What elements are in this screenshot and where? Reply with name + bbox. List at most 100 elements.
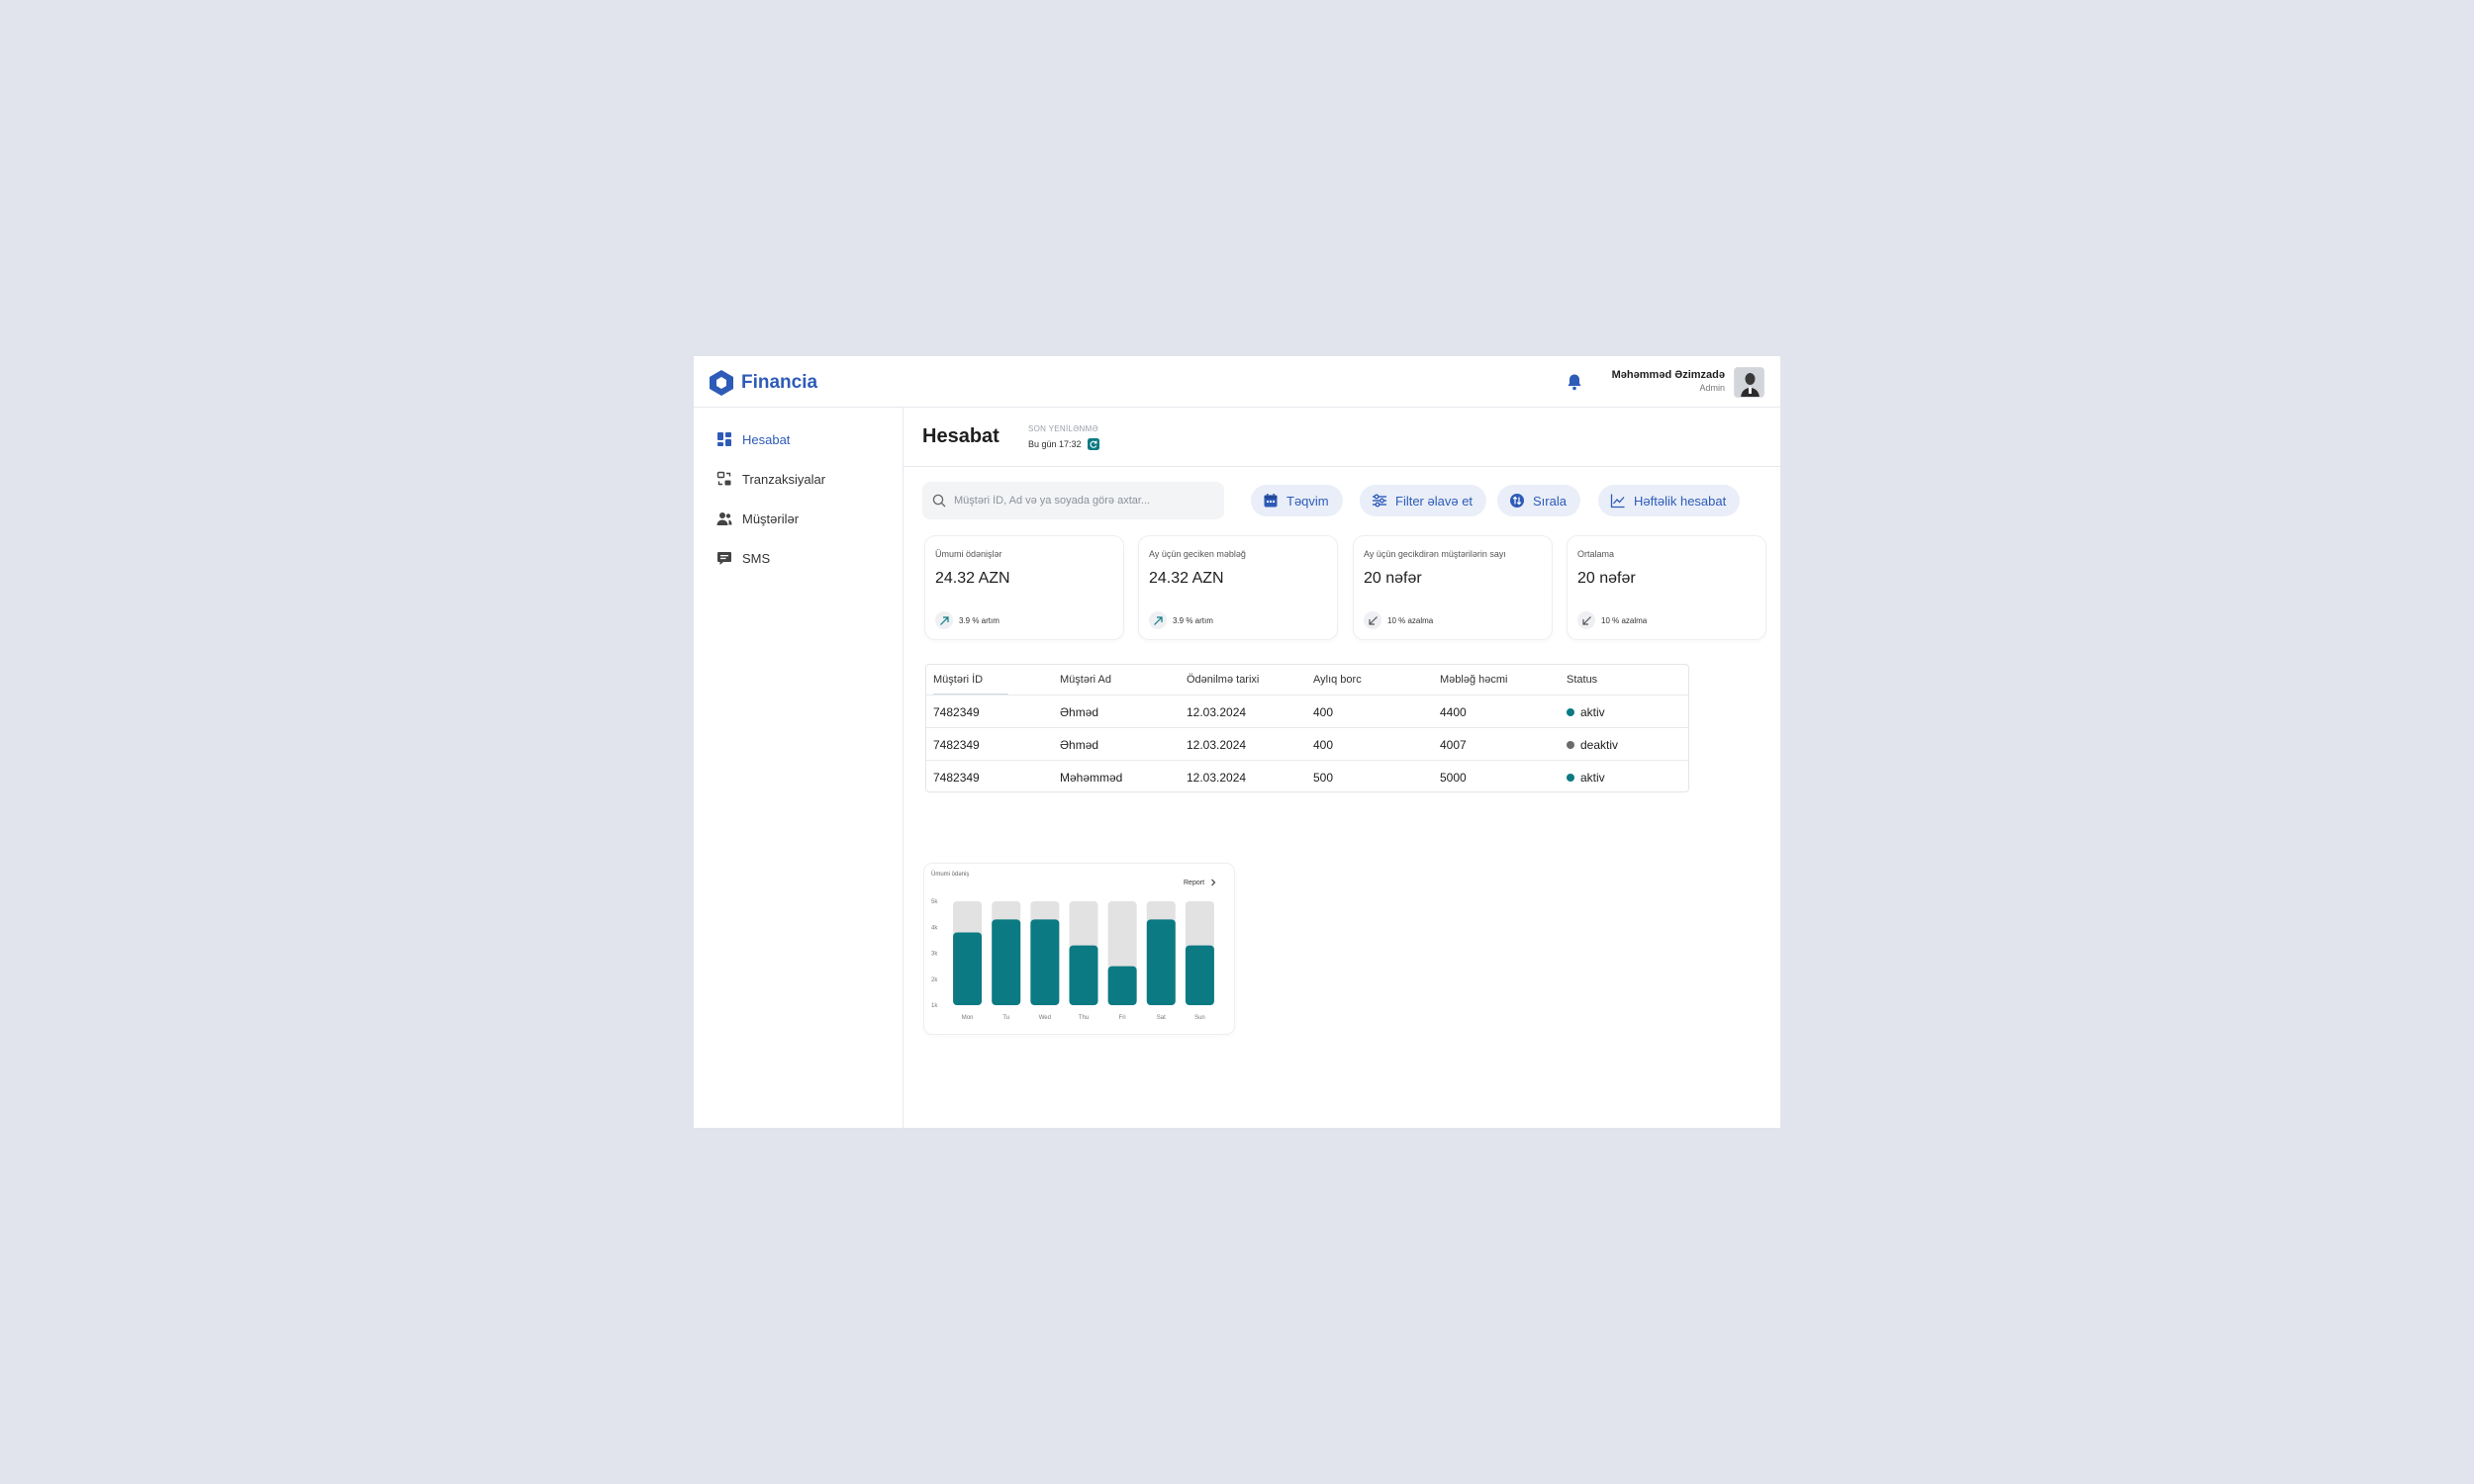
cell-status: aktiv [1567, 771, 1605, 785]
trend-text: 3.9 % artım [959, 615, 999, 625]
status-text: deaktiv [1580, 738, 1619, 752]
user-info[interactable]: Məhəmməd Əzimzadə Admin [1612, 369, 1725, 393]
page-header: Hesabat SON YENİLƏNMƏ Bu gün 17:32 [904, 408, 1780, 467]
chart-title: Ümumi ödəniş [931, 872, 970, 878]
y-tick-label: 2k [931, 977, 938, 983]
bar[interactable] [953, 932, 983, 1006]
refresh-icon[interactable] [1087, 438, 1099, 450]
cell-customer-name: Əhməd [1060, 705, 1099, 719]
trend-down-icon [1364, 611, 1381, 629]
kpi-card-average: Ortalama 20 nəfər 10 % azalma [1568, 536, 1765, 639]
search-box[interactable] [922, 482, 1224, 519]
bell-icon[interactable] [1567, 373, 1582, 391]
brand-name: Financia [741, 372, 818, 393]
x-tick-label: Sun [1194, 1015, 1205, 1021]
calendar-button[interactable]: Təqvim [1251, 485, 1343, 516]
x-tick-label: Thu [1079, 1015, 1089, 1021]
column-header[interactable]: Ödənilmə tarixi [1187, 674, 1259, 686]
y-tick-label: 1k [931, 1003, 938, 1009]
add-filter-button[interactable]: Filter əlavə et [1360, 485, 1487, 516]
bar[interactable] [1107, 966, 1137, 1005]
column-header[interactable]: Müştəri Ad [1060, 674, 1111, 686]
column-header[interactable]: Müştəri İD [933, 674, 983, 686]
bar[interactable] [992, 919, 1021, 1005]
column-header[interactable]: Status [1567, 674, 1597, 686]
cell-status: deaktiv [1567, 738, 1618, 752]
y-tick-label: 4k [931, 925, 938, 931]
cell-customer-name: Məhəmməd [1060, 771, 1123, 785]
card-value: 24.32 AZN [1149, 570, 1224, 587]
cell-amount: 4007 [1440, 738, 1467, 752]
report-button[interactable]: Report [1184, 879, 1217, 886]
sidebar-item-label: Tranzaksiyalar [742, 471, 826, 487]
transactions-icon [716, 471, 731, 486]
kpi-card-total-payments: Ümumi ödənişlər 24.32 AZN 3.9 % artım [925, 536, 1123, 639]
dashboard-grid-icon [717, 432, 731, 446]
sidebar-item-hesabat[interactable]: Hesabat [716, 429, 790, 449]
cell-payment-date: 12.03.2024 [1187, 705, 1247, 719]
cell-customer-id: 7482349 [933, 738, 980, 752]
bar[interactable] [1185, 945, 1214, 1005]
table-row[interactable]: 7482349 Məhəmməd 12.03.2024 500 5000 akt… [926, 760, 1688, 792]
user-name: Məhəmməd Əzimzadə [1611, 369, 1725, 381]
table-row[interactable]: 7482349 Əhməd 12.03.2024 400 4400 aktiv [926, 695, 1688, 727]
calendar-icon [1264, 494, 1278, 508]
table-header: Müştəri İD Müştəri Ad Ödənilmə tarixi Ay… [926, 665, 1688, 695]
cell-status: aktiv [1567, 705, 1605, 719]
sidebar: Hesabat Tranzaksiyalar Müştərilər SMS [694, 408, 904, 1128]
y-tick-label: 5k [931, 899, 938, 905]
status-dot [1567, 741, 1574, 749]
line-chart-icon [1610, 494, 1625, 509]
sort-button[interactable]: Sırala [1497, 485, 1580, 516]
user-role: Admin [1699, 383, 1725, 393]
kpi-card-overdue-amount: Ay üçün geciken məbləğ 24.32 AZN 3.9 % a… [1139, 536, 1337, 639]
top-bar: Financia Məhəmməd Əzimzadə Admin [694, 356, 1780, 408]
bar[interactable] [1069, 945, 1098, 1005]
bar[interactable] [1030, 919, 1060, 1005]
trend-up-icon [935, 611, 953, 629]
report-label: Report [1184, 879, 1205, 886]
card-trend: 3.9 % artım [935, 611, 999, 629]
cell-customer-name: Əhməd [1060, 738, 1099, 752]
table-row[interactable]: 7482349 Əhməd 12.03.2024 400 4007 deakti… [926, 727, 1688, 760]
sort-label: Sırala [1533, 493, 1567, 509]
sort-icon [1510, 494, 1524, 508]
logo[interactable]: Financia [708, 369, 817, 397]
trend-up-icon [1149, 611, 1167, 629]
card-value: 20 nəfər [1364, 570, 1422, 587]
trend-text: 10 % azalma [1601, 615, 1648, 625]
sidebar-item-label: Hesabat [742, 431, 791, 447]
card-label: Ortalama [1577, 549, 1615, 559]
page-title: Hesabat [922, 425, 999, 447]
chevron-right-icon [1211, 879, 1216, 886]
x-tick-label: Tu [1002, 1015, 1009, 1021]
cell-customer-id: 7482349 [933, 705, 980, 719]
sidebar-item-label: Müştərilər [742, 510, 800, 526]
x-tick-label: Mon [962, 1015, 974, 1021]
x-tick-label: Fri [1119, 1015, 1126, 1021]
cell-payment-date: 12.03.2024 [1187, 738, 1247, 752]
y-tick-label: 3k [931, 952, 938, 958]
sidebar-item-musteriler[interactable]: Müştərilər [716, 509, 799, 528]
kpi-card-overdue-customers: Ay üçün gecikdirən müştərilərin sayı 20 … [1354, 536, 1552, 639]
sidebar-item-label: SMS [742, 550, 771, 566]
bar-chart: 5k 4k 3k 2k 1k Mon Tu Wed Thu Fri Sat Sun [931, 899, 1214, 1021]
column-header[interactable]: Aylıq borc [1313, 674, 1362, 686]
cell-monthly-debt: 400 [1313, 738, 1334, 752]
status-dot [1567, 708, 1574, 716]
app-window: Financia Məhəmməd Əzimzadə Admin Hesabat… [694, 356, 1780, 1128]
column-header[interactable]: Məbləğ həcmi [1440, 674, 1507, 686]
search-input[interactable] [954, 495, 1211, 507]
weekly-report-button[interactable]: Həftəlik hesabat [1598, 485, 1741, 516]
card-trend: 3.9 % artım [1149, 611, 1213, 629]
avatar[interactable] [1734, 367, 1764, 398]
customers-table: Müştəri İD Müştəri Ad Ödənilmə tarixi Ay… [925, 664, 1689, 792]
sidebar-item-tranzaksiyalar[interactable]: Tranzaksiyalar [716, 469, 825, 489]
bar[interactable] [1146, 919, 1176, 1005]
x-tick-label: Sat [1157, 1015, 1166, 1021]
card-label: Ümumi ödənişlər [935, 549, 1002, 559]
trend-down-icon [1577, 611, 1595, 629]
weekly-report-label: Həftəlik hesabat [1634, 493, 1727, 509]
cell-monthly-debt: 500 [1313, 771, 1334, 785]
sidebar-item-sms[interactable]: SMS [716, 548, 770, 568]
